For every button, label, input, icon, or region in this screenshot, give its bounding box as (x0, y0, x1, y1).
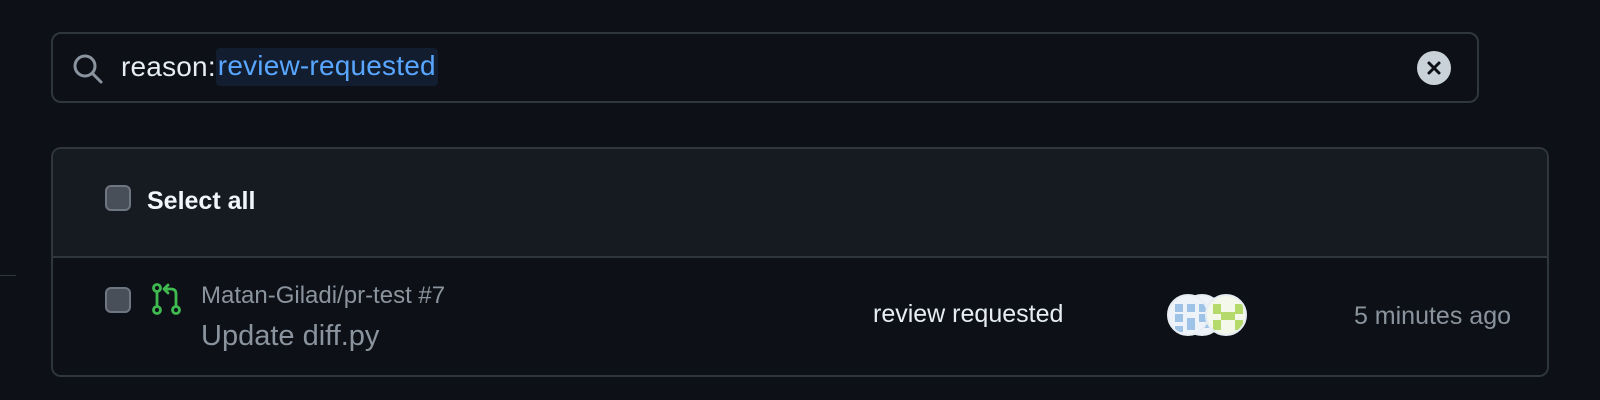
participant-avatars (1167, 294, 1257, 338)
search-query-value: review-requested (215, 48, 438, 86)
search-icon (73, 54, 103, 84)
avatar (1167, 294, 1209, 336)
select-all-checkbox[interactable] (105, 185, 131, 211)
clear-icon (1427, 61, 1441, 75)
list-header: Select all (53, 149, 1547, 258)
search-query[interactable]: reason: review-requested (121, 46, 438, 88)
pull-request-icon (152, 283, 181, 315)
search-input[interactable]: reason: review-requested (51, 32, 1479, 103)
notification-time: 5 minutes ago (1353, 302, 1511, 330)
notification-title[interactable]: Update diff.py (201, 320, 379, 353)
sidebar-divider (0, 275, 16, 276)
notifications-list: Select all Matan-Giladi/pr-test #7 Updat… (51, 147, 1549, 377)
notification-reason: review requested (873, 300, 1064, 328)
select-all-label: Select all (147, 187, 256, 215)
row-checkbox[interactable] (105, 287, 131, 313)
notification-row[interactable]: Matan-Giladi/pr-test #7 Update diff.py r… (53, 258, 1547, 375)
avatar (1205, 294, 1247, 336)
repo-name[interactable]: Matan-Giladi/pr-test #7 (201, 282, 445, 310)
search-query-key: reason: (121, 51, 216, 82)
clear-search-button[interactable] (1417, 51, 1451, 85)
